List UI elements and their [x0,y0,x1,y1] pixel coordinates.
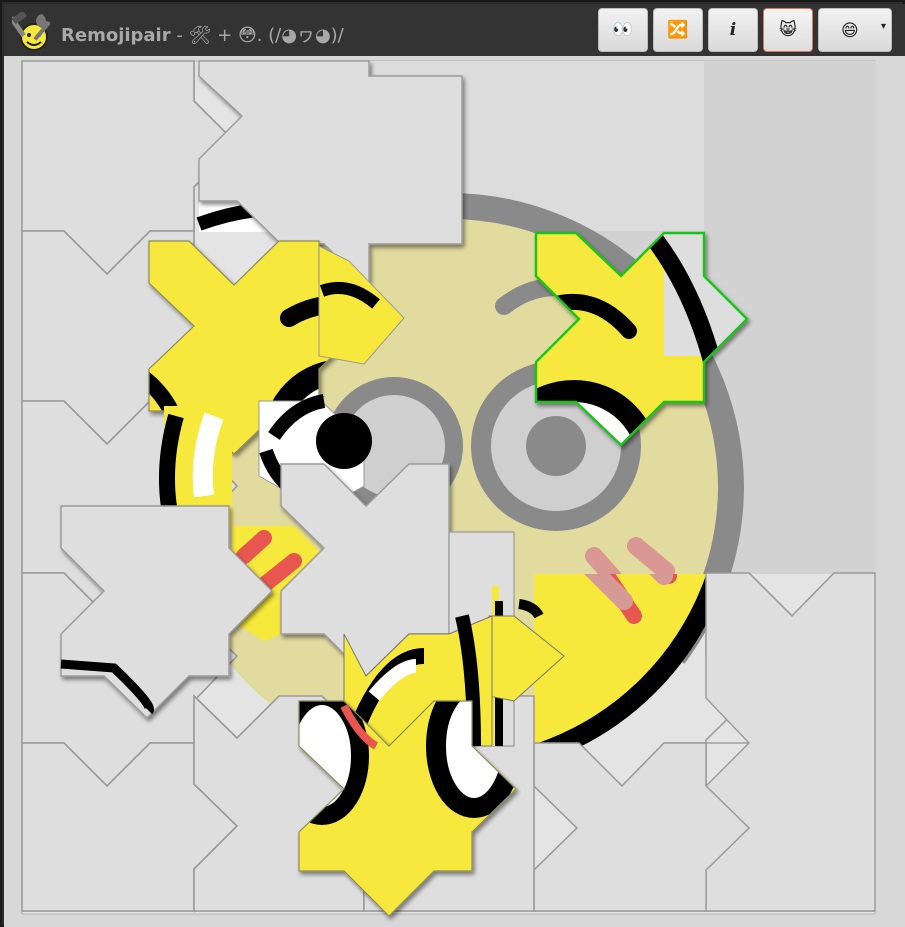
remojipair-logo-icon [12,12,51,51]
grinning-face-icon: 😄 [841,21,859,41]
emoji-select[interactable]: 😄 ▾ [818,8,892,52]
top-bar: Remojipair - 🛠 + 😳. (/◕ヮ◕)/ 👀 🔀 i 😸 😄 ▾ [4,4,905,56]
toolbar: 👀 🔀 i 😸 😄 ▾ [598,8,892,54]
shuffle-icon: 🔀 [667,20,689,40]
chevron-down-icon: ▾ [880,21,886,32]
puzzle-board[interactable] [4,56,905,927]
title-subtitle: 🛠 + 😳. (/◕ヮ◕)/ [188,25,344,46]
page-title: Remojipair - 🛠 + 😳. (/◕ヮ◕)/ [61,21,344,46]
info-button[interactable]: i [708,8,758,52]
app-name: Remojipair [61,25,171,46]
peek-button[interactable]: 👀 [598,8,648,52]
info-icon: i [729,20,737,40]
puzzle-board-area [4,56,905,927]
cat-mode-button[interactable]: 😸 [763,8,813,52]
eyes-icon: 👀 [612,20,634,40]
shuffle-button[interactable]: 🔀 [653,8,703,52]
title-separator: - [170,25,189,46]
grinning-cat-icon: 😸 [779,20,797,40]
app-frame: Remojipair - 🛠 + 😳. (/◕ヮ◕)/ 👀 🔀 i 😸 😄 ▾ [0,0,905,927]
